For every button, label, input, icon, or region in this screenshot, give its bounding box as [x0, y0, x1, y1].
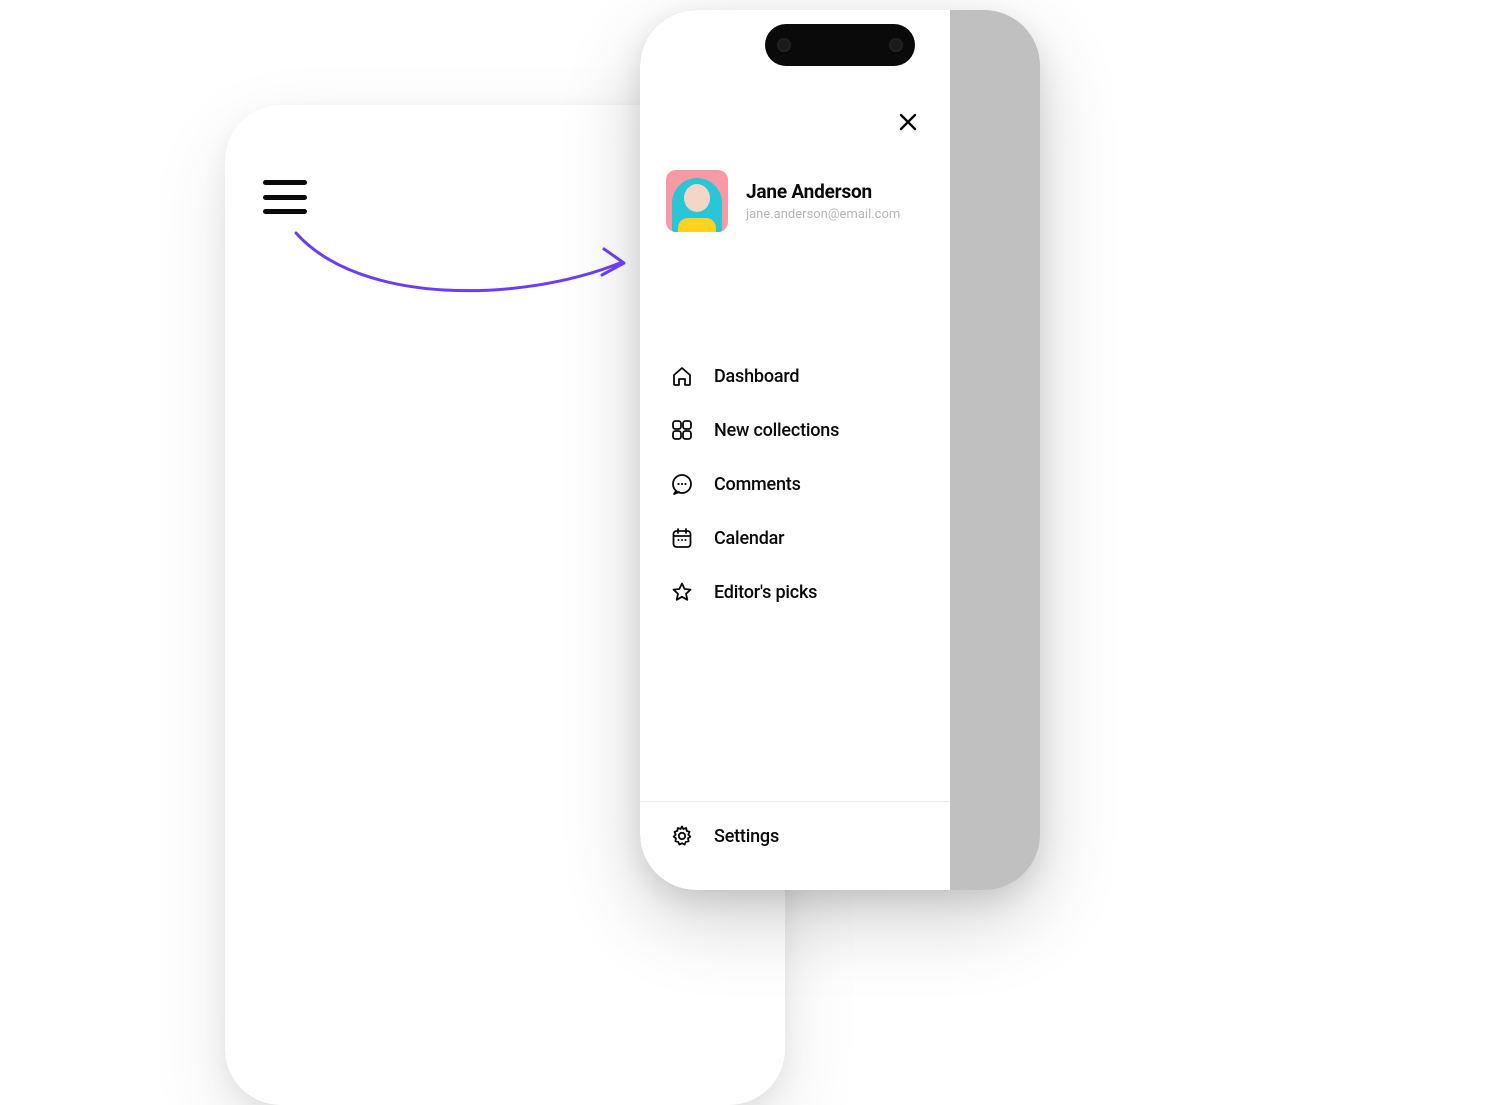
menu-item-new-collections[interactable]: New collections: [656, 406, 934, 454]
star-icon: [670, 580, 694, 604]
avatar: [666, 170, 728, 232]
calendar-icon: [670, 526, 694, 550]
hamburger-menu-button[interactable]: [263, 180, 307, 214]
close-drawer-button[interactable]: [896, 110, 924, 138]
profile-name: Jane Anderson: [746, 180, 900, 203]
menu-item-editors-picks[interactable]: Editor's picks: [656, 568, 934, 616]
menu-item-label: Calendar: [714, 528, 784, 549]
home-icon: [670, 364, 694, 388]
close-icon: [896, 110, 920, 134]
menu-item-calendar[interactable]: Calendar: [656, 514, 934, 562]
menu-item-label: Editor's picks: [714, 582, 817, 603]
menu-item-label: Comments: [714, 474, 801, 495]
menu-item-label: Dashboard: [714, 366, 799, 387]
nav-drawer: Jane Anderson jane.anderson@email.com Da…: [640, 10, 950, 890]
device-notch: [765, 24, 915, 66]
menu-item-dashboard[interactable]: Dashboard: [656, 352, 934, 400]
gear-icon: [670, 824, 694, 848]
phone-frame-open: Jane Anderson jane.anderson@email.com Da…: [640, 10, 1040, 890]
menu-item-settings[interactable]: Settings: [656, 810, 934, 862]
nav-menu: Dashboard New collections: [640, 352, 950, 616]
comment-icon: [670, 472, 694, 496]
menu-item-comments[interactable]: Comments: [656, 460, 934, 508]
menu-item-label: New collections: [714, 420, 839, 441]
profile-email: jane.anderson@email.com: [746, 207, 900, 222]
drawer-footer: Settings: [640, 801, 950, 890]
grid-icon: [670, 418, 694, 442]
menu-item-label: Settings: [714, 826, 779, 847]
